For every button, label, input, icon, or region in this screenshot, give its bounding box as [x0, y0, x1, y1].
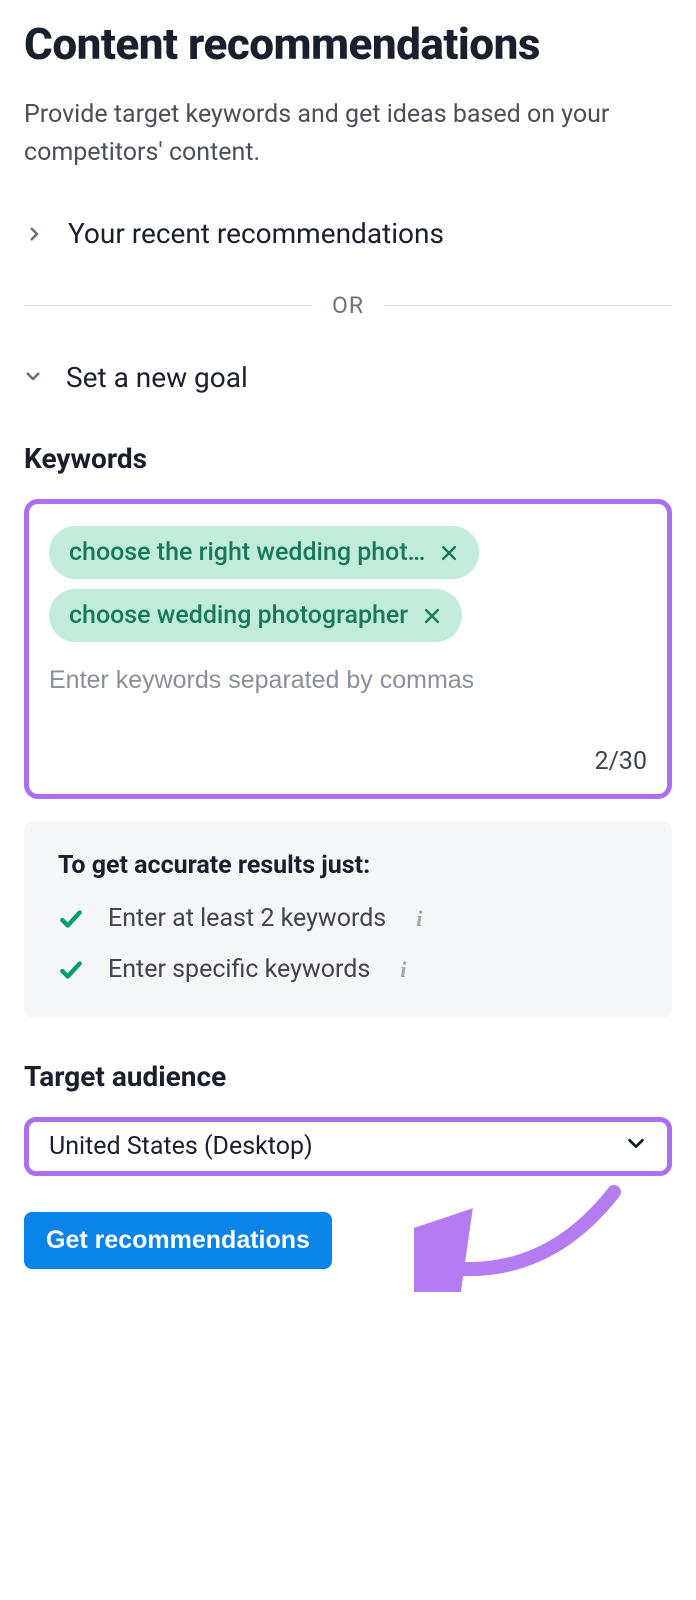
target-audience-heading: Target audience — [24, 1060, 672, 1093]
keywords-counter: 2/30 — [49, 747, 647, 776]
tip-text: Enter at least 2 keywords — [108, 904, 386, 933]
chevron-right-icon — [24, 224, 44, 244]
remove-chip-icon[interactable] — [422, 606, 442, 626]
get-recommendations-button[interactable]: Get recommendations — [24, 1212, 332, 1269]
divider-text: OR — [332, 292, 364, 319]
keywords-input-box[interactable]: choose the right wedding phot… choose we… — [24, 499, 672, 799]
remove-chip-icon[interactable] — [439, 543, 459, 563]
recent-recommendations-label: Your recent recommendations — [68, 217, 444, 250]
divider-line — [384, 305, 672, 306]
keywords-heading: Keywords — [24, 442, 672, 475]
tip-row: Enter specific keywords i — [58, 955, 638, 984]
keyword-chip: choose wedding photographer — [49, 589, 462, 642]
set-new-goal-label: Set a new goal — [66, 361, 248, 394]
check-icon — [58, 957, 84, 983]
keyword-chip: choose the right wedding phot… — [49, 526, 479, 579]
keywords-text-input[interactable] — [49, 662, 647, 699]
keyword-chip-text: choose wedding photographer — [69, 601, 408, 630]
tips-panel: To get accurate results just: Enter at l… — [24, 821, 672, 1018]
set-new-goal-toggle[interactable]: Set a new goal — [24, 355, 672, 400]
chevron-down-icon — [625, 1132, 647, 1161]
tip-text: Enter specific keywords — [108, 955, 370, 984]
or-divider: OR — [24, 292, 672, 319]
divider-line — [24, 305, 312, 306]
target-audience-value: United States (Desktop) — [49, 1132, 313, 1161]
target-audience-select[interactable]: United States (Desktop) — [24, 1117, 672, 1176]
page-subtitle: Provide target keywords and get ideas ba… — [24, 96, 672, 171]
tips-title: To get accurate results just: — [58, 851, 638, 880]
info-icon[interactable]: i — [416, 906, 422, 932]
info-icon[interactable]: i — [400, 957, 406, 983]
check-icon — [58, 906, 84, 932]
recent-recommendations-toggle[interactable]: Your recent recommendations — [24, 211, 672, 256]
keyword-chips: choose the right wedding phot… choose we… — [49, 526, 647, 642]
arrow-annotation-icon — [414, 1172, 634, 1292]
chevron-down-icon — [24, 367, 42, 389]
keyword-chip-text: choose the right wedding phot… — [69, 538, 425, 567]
page-title: Content recommendations — [24, 20, 672, 68]
tip-row: Enter at least 2 keywords i — [58, 904, 638, 933]
